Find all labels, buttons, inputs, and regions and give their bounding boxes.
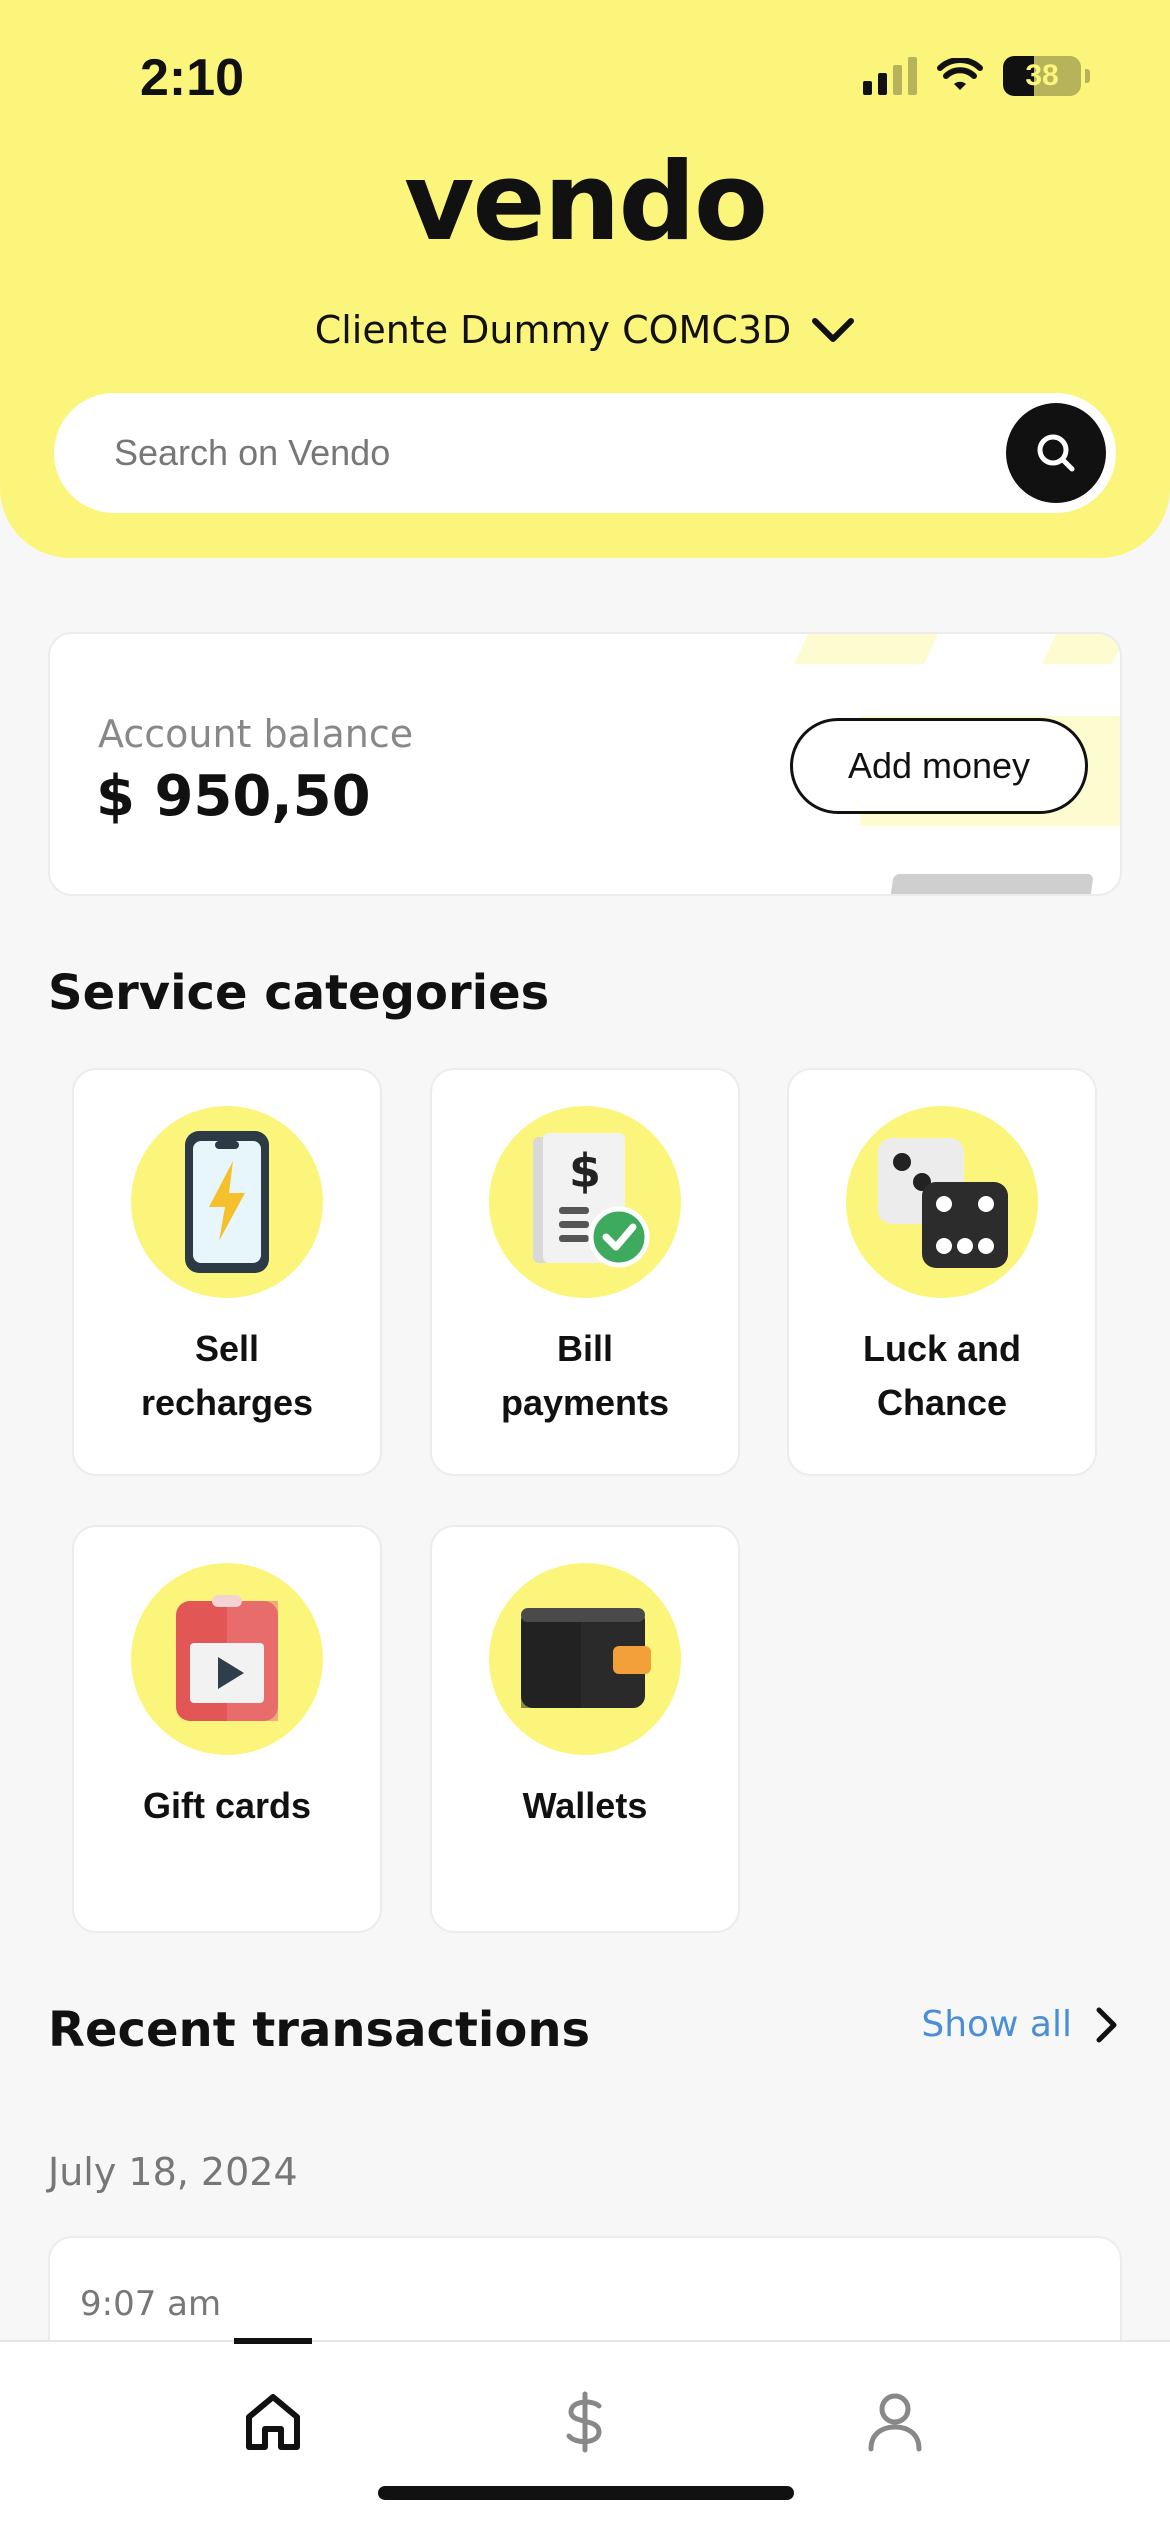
category-wallets[interactable]: Wallets [430,1525,740,1933]
search-icon [1037,434,1075,472]
search-button[interactable] [1006,403,1106,503]
active-tab-indicator [234,2338,312,2344]
app-header: 2:10 38 vendo Cliente Dummy COMC3D [0,0,1170,558]
search-bar [54,393,1116,513]
balance-card: Account balance $ 950,50 Add money [48,632,1122,896]
category-label-line2: Chance [876,1382,1008,1423]
category-gift-cards[interactable]: Gift cards [72,1525,382,1933]
category-bill-payments[interactable]: $ Bill payments [430,1068,740,1476]
battery-icon: 38 [1003,56,1081,96]
user-icon [868,2393,922,2452]
tab-profile[interactable] [835,2372,955,2472]
search-input[interactable] [114,393,1014,513]
vendo-logo: vendo [403,140,768,265]
wifi-icon [937,58,983,90]
svg-text:$: $ [569,1144,601,1198]
wallet-icon [521,1608,651,1708]
battery-percent: 38 [1025,59,1059,92]
category-label: Sell [194,1328,260,1369]
transaction-date: July 18, 2024 [48,2150,298,2194]
status-icons: 38 [863,56,1090,96]
chevron-right-icon [1096,2007,1117,2042]
gift-card-icon [176,1595,278,1721]
home-icon [246,2394,300,2450]
category-sell-recharges[interactable]: Sell recharges [72,1068,382,1476]
balance-label: Account balance [98,712,414,756]
category-label-line2: payments [500,1382,670,1423]
show-all-label: Show all [921,2004,1072,2045]
category-luck-and-chance[interactable]: Luck and Chance [787,1068,1097,1476]
bill-check-icon: $ [533,1133,650,1268]
home-indicator [378,2486,794,2500]
chevron-down-icon [812,318,855,342]
balance-amount: $ 950,50 [96,764,371,829]
signal-icon [863,57,917,95]
client-name: Cliente Dummy COMC3D [314,308,792,352]
tab-money[interactable] [525,2372,645,2472]
show-all-link[interactable]: Show all [921,2004,1120,2045]
category-label-line2: recharges [140,1382,314,1423]
tab-home[interactable] [213,2372,333,2472]
dollar-icon [566,2391,602,2453]
dice-icon [878,1138,1008,1268]
service-categories-title: Service categories [48,965,550,1021]
category-label: Luck and [862,1328,1022,1369]
transaction-time: 9:07 am [80,2284,222,2324]
bottom-tab-bar [0,2338,1170,2532]
status-time: 2:10 [140,49,245,107]
add-money-button[interactable]: Add money [790,718,1088,814]
category-label: Wallets [522,1785,648,1826]
phone-lightning-icon [185,1131,269,1273]
category-label: Gift cards [142,1785,312,1826]
category-label: Bill [556,1328,613,1369]
client-selector[interactable]: Cliente Dummy COMC3D [0,308,1170,352]
recent-transactions-title: Recent transactions [48,2002,591,2058]
